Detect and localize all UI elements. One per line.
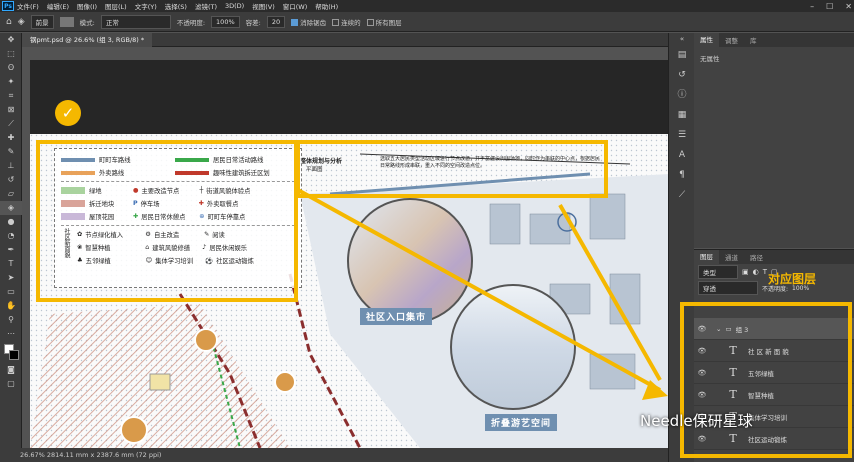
properties-tabs: 属性 调整 库 (694, 33, 854, 47)
annotation-label: 对应图层 (768, 272, 817, 286)
expand-panels-icon[interactable]: « (669, 33, 695, 45)
properties-panel-icon[interactable]: ▤ (669, 45, 695, 65)
adjustments-panel-icon[interactable]: ☰ (669, 125, 695, 145)
character-panel-icon[interactable]: A (669, 145, 695, 165)
blend-mode-select[interactable]: 穿透 (698, 281, 758, 295)
tab-paths[interactable]: 路径 (744, 252, 769, 262)
swatches-panel-icon[interactable]: ▦ (669, 105, 695, 125)
highlight-layers-box (680, 302, 852, 458)
history-panel-icon[interactable]: ↺ (669, 65, 695, 85)
properties-panel: 属性 调整 库 无属性 (694, 33, 854, 248)
layers-tabs: 图层 通道 路径 (694, 250, 854, 264)
tab-adjustments[interactable]: 调整 (719, 35, 744, 45)
watermark-text: Needle保研星球 (640, 412, 753, 430)
tab-libraries[interactable]: 库 (744, 35, 763, 45)
glyphs-panel-icon[interactable]: ⟋ (669, 185, 695, 205)
status-bar: 26.67% 2814.11 mm x 2387.6 mm (72 ppi) (0, 448, 668, 462)
no-properties-text: 无属性 (700, 55, 720, 63)
filter-image-icon[interactable]: ▣ (742, 268, 749, 276)
tab-properties[interactable]: 属性 (694, 33, 719, 47)
filter-type-icon[interactable]: T (763, 268, 767, 276)
filter-adjust-icon[interactable]: ◐ (753, 268, 759, 276)
info-panel-icon[interactable]: ⓘ (669, 85, 695, 105)
tab-layers[interactable]: 图层 (694, 250, 719, 264)
layer-filter-select[interactable]: 类型 (698, 265, 738, 279)
tab-channels[interactable]: 通道 (719, 252, 744, 262)
paragraph-panel-icon[interactable]: ¶ (669, 165, 695, 185)
